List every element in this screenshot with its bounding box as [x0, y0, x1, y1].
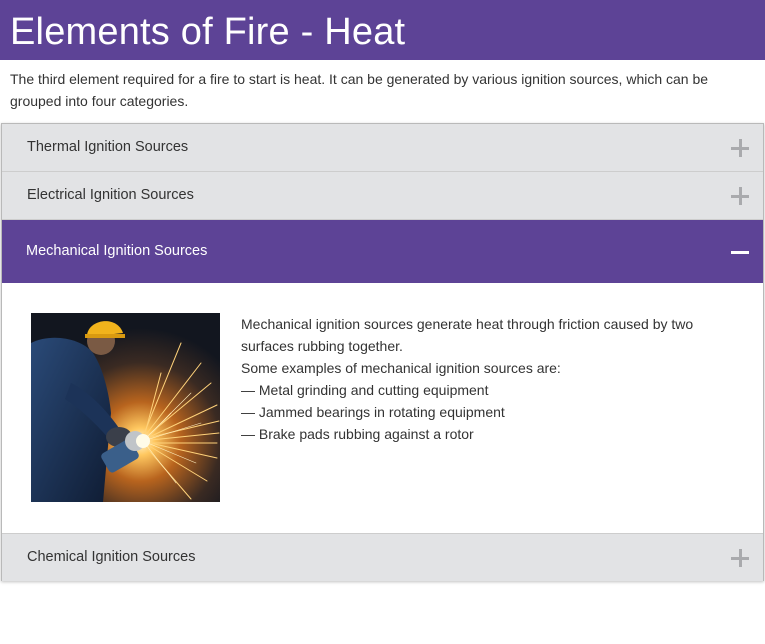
accordion-header-label: Electrical Ignition Sources: [27, 187, 194, 203]
accordion-header-label: Chemical Ignition Sources: [27, 549, 196, 565]
example-item: — Jammed bearings in rotating equipment: [241, 404, 505, 420]
plus-icon[interactable]: [731, 138, 749, 157]
examples-intro: Some examples of mechanical ignition sou…: [241, 360, 561, 376]
accordion-header-label: Thermal Ignition Sources: [27, 139, 189, 155]
accordion-header-label: Mechanical Ignition Sources: [26, 243, 208, 259]
plus-icon[interactable]: [731, 186, 749, 205]
ignition-sources-accordion: Thermal Ignition Sources Electrical Igni…: [1, 123, 764, 581]
accordion-header-thermal[interactable]: Thermal Ignition Sources: [2, 124, 763, 172]
accordion-header-electrical[interactable]: Electrical Ignition Sources: [2, 172, 763, 220]
title-bar: Elements of Fire - Heat: [0, 0, 765, 60]
accordion-header-mechanical[interactable]: Mechanical Ignition Sources: [2, 220, 763, 283]
intro-text: The third element required for a fire to…: [10, 71, 709, 109]
accordion-panel-mechanical: Mechanical ignition sources generate hea…: [2, 283, 763, 533]
panel-text: Mechanical ignition sources generate hea…: [241, 313, 731, 445]
example-item: — Brake pads rubbing against a rotor: [241, 426, 474, 442]
accordion-header-chemical[interactable]: Chemical Ignition Sources: [2, 533, 763, 581]
panel-description: Mechanical ignition sources generate hea…: [241, 316, 694, 354]
grinding-sparks-photo: [31, 313, 220, 502]
example-item: — Metal grinding and cutting equipment: [241, 382, 489, 398]
plus-icon[interactable]: [731, 548, 749, 567]
minus-icon[interactable]: [731, 243, 749, 261]
page-title: Elements of Fire - Heat: [10, 11, 406, 53]
